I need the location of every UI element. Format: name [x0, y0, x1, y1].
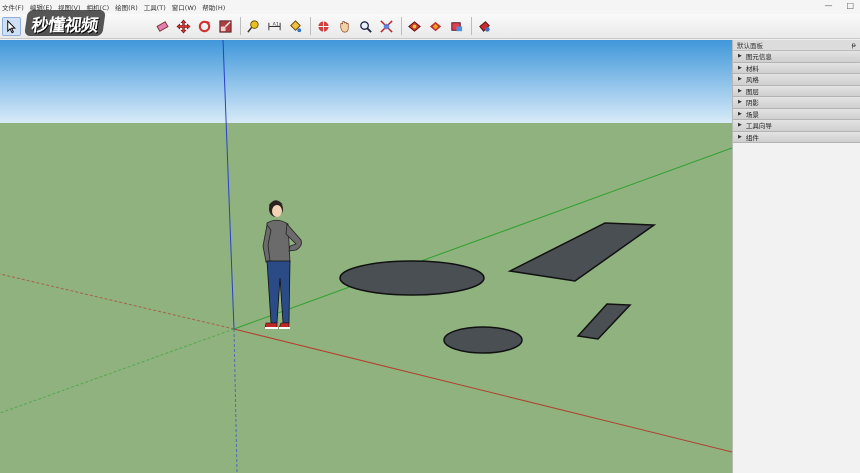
expand-arrow-icon: ▶ — [738, 53, 742, 60]
pan-tool-button[interactable] — [335, 17, 354, 36]
maximize-button[interactable]: □ — [846, 1, 854, 10]
tray-title-bar: 默认面板 ᵽ — [733, 40, 860, 51]
toolbar-separator — [471, 17, 472, 35]
tray-item-materials[interactable]: ▶ 材料 — [733, 62, 860, 74]
extension-button[interactable] — [475, 17, 494, 36]
hand-icon — [340, 20, 349, 32]
tray-item-layers[interactable]: ▶ 图层 — [733, 85, 860, 97]
tray-title: 默认面板 — [737, 42, 763, 50]
ground-plane — [0, 123, 732, 473]
tape-measure-button[interactable] — [244, 17, 263, 36]
tray-item-components[interactable]: ▶ 组件 — [733, 131, 860, 143]
watermark-logo: 秒懂视频 — [24, 10, 106, 36]
main-toolbar: A1 — [0, 14, 860, 39]
window-controls: — □ — [824, 1, 854, 10]
tape-measure-icon — [247, 19, 259, 33]
arrow-cursor-icon — [7, 19, 16, 33]
expand-arrow-icon: ▶ — [738, 87, 742, 94]
small-ellipse-face[interactable] — [443, 326, 523, 354]
zoom-extents-icon — [380, 19, 393, 33]
toolbar-separator — [310, 17, 311, 35]
menu-window[interactable]: 窗口(W) — [172, 2, 197, 12]
components-button[interactable] — [426, 17, 445, 36]
paint-bucket-button[interactable] — [286, 17, 305, 36]
rotate-tool-button[interactable] — [195, 17, 214, 36]
orbit-icon — [317, 20, 330, 32]
menu-bar: 文件(F) 编辑(E) 视图(V) 相机(C) 绘图(R) 工具(T) 窗口(W… — [0, 0, 860, 14]
tray-item-entity-info[interactable]: ▶ 图元信息 — [733, 51, 860, 63]
orbit-tool-button[interactable] — [314, 17, 333, 36]
scale-tool-button[interactable] — [216, 17, 235, 36]
dimension-icon: A1 — [268, 21, 281, 30]
menu-draw[interactable]: 绘图(R) — [115, 2, 138, 12]
dimension-tool-button[interactable]: A1 — [265, 17, 284, 36]
scene-canvas[interactable] — [0, 40, 732, 473]
scale-icon — [219, 19, 232, 33]
minimize-button[interactable]: — — [824, 1, 832, 10]
warehouse-button[interactable] — [405, 17, 424, 36]
expand-arrow-icon: ▶ — [738, 76, 742, 83]
share-icon — [451, 21, 463, 31]
toolbar-separator — [240, 17, 241, 35]
magnifier-icon — [360, 20, 372, 33]
tray-item-styles[interactable]: ▶ 风格 — [733, 74, 860, 86]
default-tray: 默认面板 ᵽ ▶ 图元信息 ▶ 材料 ▶ 风格 ▶ 图层 ▶ 阴影 ▶ 场景 ▶ 工具向导 ▶… — [732, 40, 860, 473]
move-arrows-icon — [176, 18, 191, 34]
select-tool-button[interactable] — [2, 16, 21, 36]
modeling-viewport[interactable] — [0, 40, 732, 473]
eraser-icon — [156, 20, 169, 32]
tray-item-shadows[interactable]: ▶ 阴影 — [733, 97, 860, 109]
share-model-button[interactable] — [447, 17, 466, 36]
expand-arrow-icon: ▶ — [738, 64, 742, 71]
expand-arrow-icon: ▶ — [738, 122, 742, 129]
warehouse-icon — [408, 20, 421, 32]
expand-arrow-icon: ▶ — [738, 133, 742, 140]
paint-bucket-icon — [290, 19, 302, 32]
expand-arrow-icon: ▶ — [738, 99, 742, 106]
components-icon — [429, 21, 442, 31]
move-tool-button[interactable] — [174, 17, 193, 36]
pin-icon[interactable]: ᵽ — [852, 41, 856, 49]
tray-item-scenes[interactable]: ▶ 场景 — [733, 108, 860, 120]
tray-item-instructor[interactable]: ▶ 工具向导 — [733, 120, 860, 132]
eraser-tool-button[interactable] — [153, 17, 172, 36]
large-ellipse-face[interactable] — [339, 260, 485, 296]
menu-tools[interactable]: 工具(T) — [144, 2, 166, 12]
menu-file[interactable]: 文件(F) — [2, 2, 24, 12]
zoom-extents-button[interactable] — [377, 17, 396, 36]
expand-arrow-icon: ▶ — [738, 110, 742, 117]
zoom-tool-button[interactable] — [356, 17, 375, 36]
svg-text:A1: A1 — [273, 21, 279, 27]
toolbar-separator — [401, 17, 402, 35]
extension-icon — [479, 20, 490, 32]
menu-help[interactable]: 帮助(H) — [202, 2, 225, 12]
sky — [0, 40, 732, 123]
rotate-icon — [198, 20, 211, 32]
